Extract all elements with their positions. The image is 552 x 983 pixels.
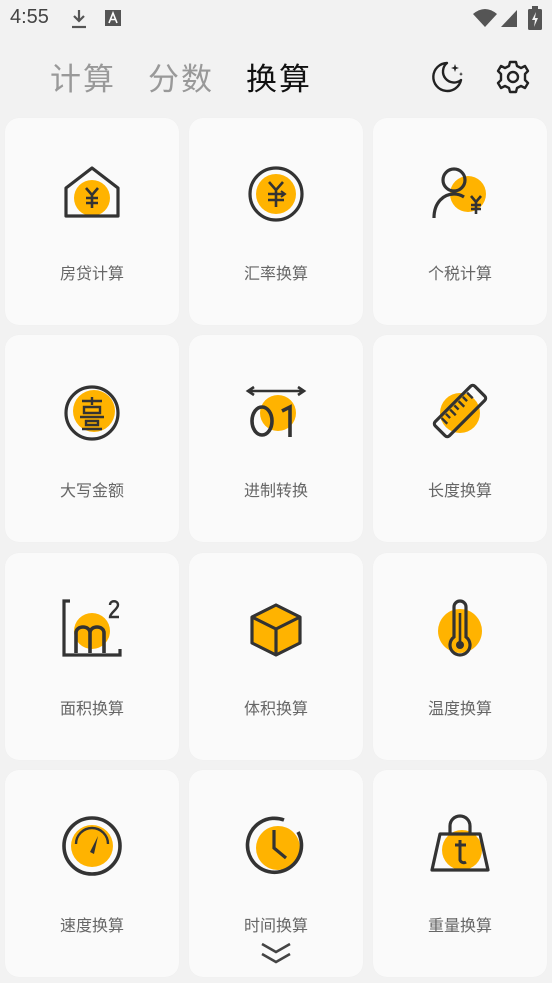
card-label: 温度换算 (427, 699, 492, 718)
person-yuan-icon (432, 167, 486, 219)
card-speed[interactable]: 速度换算 (5, 770, 179, 977)
tool-grid: 房贷计算 汇率换算 个税计算 大写金额 进制转换 长度换算 面积换算 体积换算 … (0, 0, 552, 983)
card-length[interactable]: 长度换算 (373, 335, 547, 542)
house-yuan-icon (64, 166, 120, 218)
card-label: 大写金额 (59, 481, 124, 500)
card-label: 进制转换 (243, 481, 308, 500)
card-income-tax[interactable]: 个税计算 (373, 118, 547, 325)
card-exchange-rate[interactable]: 汇率换算 (189, 118, 363, 325)
card-mortgage[interactable]: 房贷计算 (5, 118, 179, 325)
card-label: 重量换算 (427, 916, 492, 935)
thermometer-icon (438, 599, 482, 657)
ruler-icon (432, 383, 488, 439)
speedometer-icon (62, 816, 122, 876)
card-weight[interactable]: 重量换算 (373, 770, 547, 977)
card-label: 个税计算 (427, 264, 492, 283)
cube-icon (250, 603, 302, 657)
card-label: 体积换算 (243, 699, 308, 718)
chinese-numeral-icon (64, 385, 120, 441)
card-label: 长度换算 (427, 481, 492, 500)
card-base-conversion[interactable]: 进制转换 (189, 335, 363, 542)
clock-icon (245, 816, 304, 875)
weight-icon (430, 814, 490, 872)
square-meter-icon (62, 599, 122, 657)
card-temperature[interactable]: 温度换算 (373, 553, 547, 760)
card-label: 速度换算 (59, 916, 124, 935)
binary-icon (245, 385, 307, 437)
card-area[interactable]: 面积换算 (5, 553, 179, 760)
card-capital-amount[interactable]: 大写金额 (5, 335, 179, 542)
card-label: 房贷计算 (59, 264, 124, 283)
card-label: 面积换算 (59, 699, 124, 718)
exchange-yuan-icon (248, 166, 304, 222)
card-label: 汇率换算 (243, 264, 308, 283)
card-label: 时间换算 (243, 916, 308, 935)
expand-more-chevron-icon[interactable] (258, 940, 294, 968)
card-volume[interactable]: 体积换算 (189, 553, 363, 760)
